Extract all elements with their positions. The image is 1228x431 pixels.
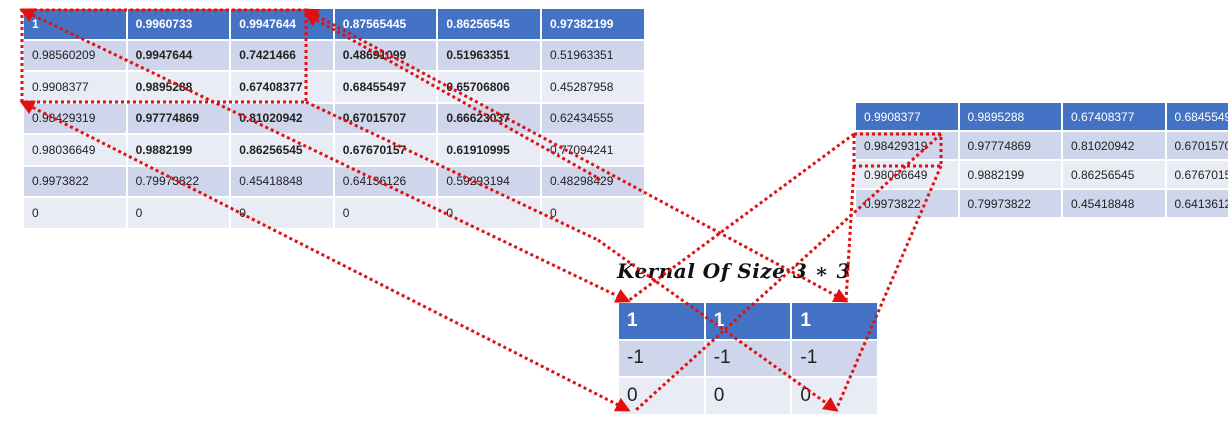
matrix-cell: 0.98560209 bbox=[22, 38, 128, 72]
matrix-cell: 0.45418848 bbox=[229, 164, 335, 198]
kernel-cell: 0 bbox=[617, 376, 706, 416]
matrix-cell: 0.9908377 bbox=[22, 70, 128, 104]
matrix-row: 0.9908377 0.9895288 0.67408377 0.6845549… bbox=[22, 70, 646, 104]
matrix-cell: 0.9895288 bbox=[957, 101, 1063, 132]
matrix-row: 0 0 0 bbox=[617, 376, 880, 416]
matrix-cell: 0.7421466 bbox=[229, 38, 335, 72]
matrix-cell: 0 bbox=[436, 196, 542, 230]
kernel-cell: 1 bbox=[617, 301, 706, 341]
matrix-cell: 0.9947644 bbox=[125, 38, 232, 72]
matrix-cell: 0.9973822 bbox=[854, 188, 960, 219]
matrix-cell: 0.9947644 bbox=[229, 7, 335, 41]
matrix-cell: 0 bbox=[229, 196, 335, 230]
matrix-row: 1 0.9960733 0.9947644 0.87565445 0.86256… bbox=[22, 7, 646, 41]
matrix-cell: 0.77094241 bbox=[539, 133, 646, 167]
matrix-cell: 0.48691099 bbox=[332, 38, 439, 72]
kernel-cell: -1 bbox=[617, 338, 706, 378]
matrix-row: 0.98036649 0.9882199 0.86256545 0.676701… bbox=[854, 159, 1228, 190]
matrix-cell: 0.98429319 bbox=[854, 130, 960, 161]
matrix-cell: 0.86256545 bbox=[436, 7, 542, 41]
input-matrix: 1 0.9960733 0.9947644 0.87565445 0.86256… bbox=[22, 7, 646, 230]
matrix-row: 0.98429319 0.97774869 0.81020942 0.67015… bbox=[22, 101, 646, 135]
matrix-cell: 0.97774869 bbox=[125, 101, 232, 135]
matrix-cell: 0.81020942 bbox=[229, 101, 335, 135]
matrix-cell: 0.67015707 bbox=[1164, 130, 1228, 161]
matrix-cell: 0.98036649 bbox=[22, 133, 128, 167]
matrix-cell: 0.64136126 bbox=[1164, 188, 1228, 219]
matrix-cell: 0.86256545 bbox=[1061, 159, 1167, 190]
matrix-cell: 0.97774869 bbox=[957, 130, 1063, 161]
kernel-cell: 1 bbox=[790, 301, 880, 341]
matrix-cell: 0.9960733 bbox=[125, 7, 232, 41]
matrix-cell: 0.67015707 bbox=[332, 101, 439, 135]
kernel-title: Kernal Of Size 3 ∗ 3 bbox=[617, 259, 851, 283]
matrix-cell: 0.45287958 bbox=[539, 70, 646, 104]
matrix-cell: 0.67670157 bbox=[1164, 159, 1228, 190]
matrix-row: -1 -1 -1 bbox=[617, 338, 880, 378]
kernel-cell: 0 bbox=[790, 376, 880, 416]
matrix-cell: 0.9908377 bbox=[854, 101, 960, 132]
matrix-cell: 0 bbox=[22, 196, 128, 230]
matrix-cell: 0.67408377 bbox=[1061, 101, 1167, 132]
kernel-cell: 0 bbox=[703, 376, 793, 416]
matrix-cell: 0.9882199 bbox=[957, 159, 1063, 190]
matrix-cell: 0.86256545 bbox=[229, 133, 335, 167]
matrix-row: 0.9973822 0.79973822 0.45418848 0.641361… bbox=[854, 188, 1228, 219]
matrix-row: 0.98560209 0.9947644 0.7421466 0.4869109… bbox=[22, 38, 646, 72]
matrix-row: 0.98429319 0.97774869 0.81020942 0.67015… bbox=[854, 130, 1228, 161]
matrix-cell: 0.9973822 bbox=[22, 164, 128, 198]
matrix-row: 1 1 1 bbox=[617, 301, 880, 341]
matrix-row: 0.9908377 0.9895288 0.67408377 0.6845549… bbox=[854, 101, 1228, 132]
kernel-matrix: 1 1 1 -1 -1 -1 0 0 0 bbox=[617, 301, 880, 416]
matrix-cell: 0.97382199 bbox=[539, 7, 646, 41]
matrix-cell: 0 bbox=[332, 196, 439, 230]
kernel-cell: 1 bbox=[703, 301, 793, 341]
matrix-cell: 0.79973822 bbox=[957, 188, 1063, 219]
matrix-cell: 0 bbox=[539, 196, 646, 230]
matrix-cell: 0.68455497 bbox=[1164, 101, 1228, 132]
matrix-cell: 0.51963351 bbox=[539, 38, 646, 72]
matrix-cell: 0.59293194 bbox=[436, 164, 542, 198]
matrix-cell: 0.66623037 bbox=[436, 101, 542, 135]
matrix-cell: 0.9895288 bbox=[125, 70, 232, 104]
matrix-cell: 0.67408377 bbox=[229, 70, 335, 104]
kernel-cell: -1 bbox=[790, 338, 880, 378]
matrix-cell: 0.51963351 bbox=[436, 38, 542, 72]
matrix-cell: 0.67670157 bbox=[332, 133, 439, 167]
output-matrix: 0.9908377 0.9895288 0.67408377 0.6845549… bbox=[854, 101, 1228, 219]
kernel-cell: -1 bbox=[703, 338, 793, 378]
matrix-cell: 0.9882199 bbox=[125, 133, 232, 167]
matrix-cell: 1 bbox=[22, 7, 128, 41]
matrix-cell: 0.98429319 bbox=[22, 101, 128, 135]
matrix-row: 0 0 0 0 0 0 bbox=[22, 196, 646, 230]
matrix-row: 0.9973822 0.79973822 0.45418848 0.641361… bbox=[22, 164, 646, 198]
matrix-cell: 0.62434555 bbox=[539, 101, 646, 135]
matrix-cell: 0.98036649 bbox=[854, 159, 960, 190]
matrix-cell: 0.79973822 bbox=[125, 164, 232, 198]
matrix-cell: 0.45418848 bbox=[1061, 188, 1167, 219]
matrix-cell: 0.61910995 bbox=[436, 133, 542, 167]
matrix-cell: 0.65706806 bbox=[436, 70, 542, 104]
matrix-cell: 0.87565445 bbox=[332, 7, 439, 41]
matrix-cell: 0.48298429 bbox=[539, 164, 646, 198]
matrix-cell: 0.81020942 bbox=[1061, 130, 1167, 161]
matrix-cell: 0.64136126 bbox=[332, 164, 439, 198]
matrix-row: 0.98036649 0.9882199 0.86256545 0.676701… bbox=[22, 133, 646, 167]
matrix-cell: 0.68455497 bbox=[332, 70, 439, 104]
matrix-cell: 0 bbox=[125, 196, 232, 230]
